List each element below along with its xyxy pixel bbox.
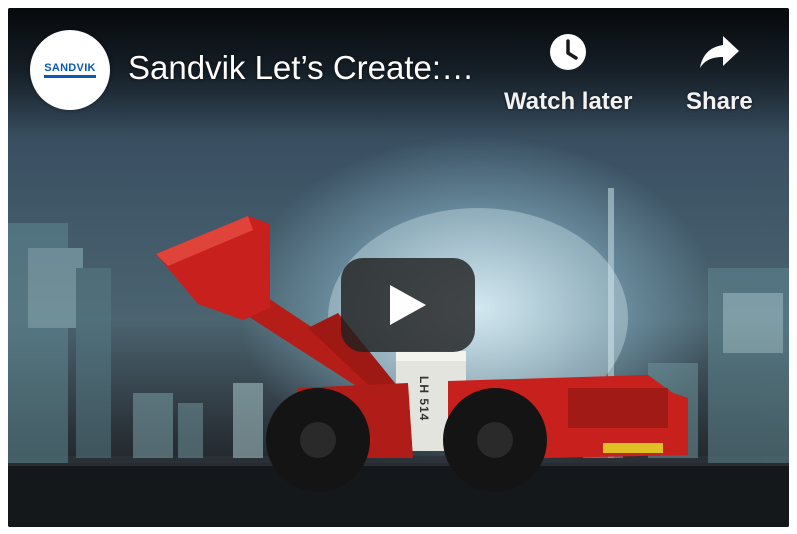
channel-avatar[interactable]: SANDVIK [30, 30, 110, 110]
video-player[interactable]: LH 514 SANDVIK Sandvik Let’s Create:… Wa… [8, 8, 789, 527]
watch-later-label: Watch later [504, 88, 633, 115]
loader-model-label: LH 514 [417, 376, 431, 422]
watch-later-button[interactable]: Watch later [504, 30, 632, 116]
sandvik-logo: SANDVIK [44, 62, 96, 78]
play-button[interactable] [341, 258, 475, 352]
share-arrow-icon [697, 30, 741, 74]
video-title[interactable]: Sandvik Let’s Create:… [128, 48, 498, 88]
clock-icon [546, 30, 590, 74]
play-icon [390, 285, 426, 325]
share-button[interactable]: Share [686, 30, 753, 116]
share-label: Share [686, 88, 753, 115]
